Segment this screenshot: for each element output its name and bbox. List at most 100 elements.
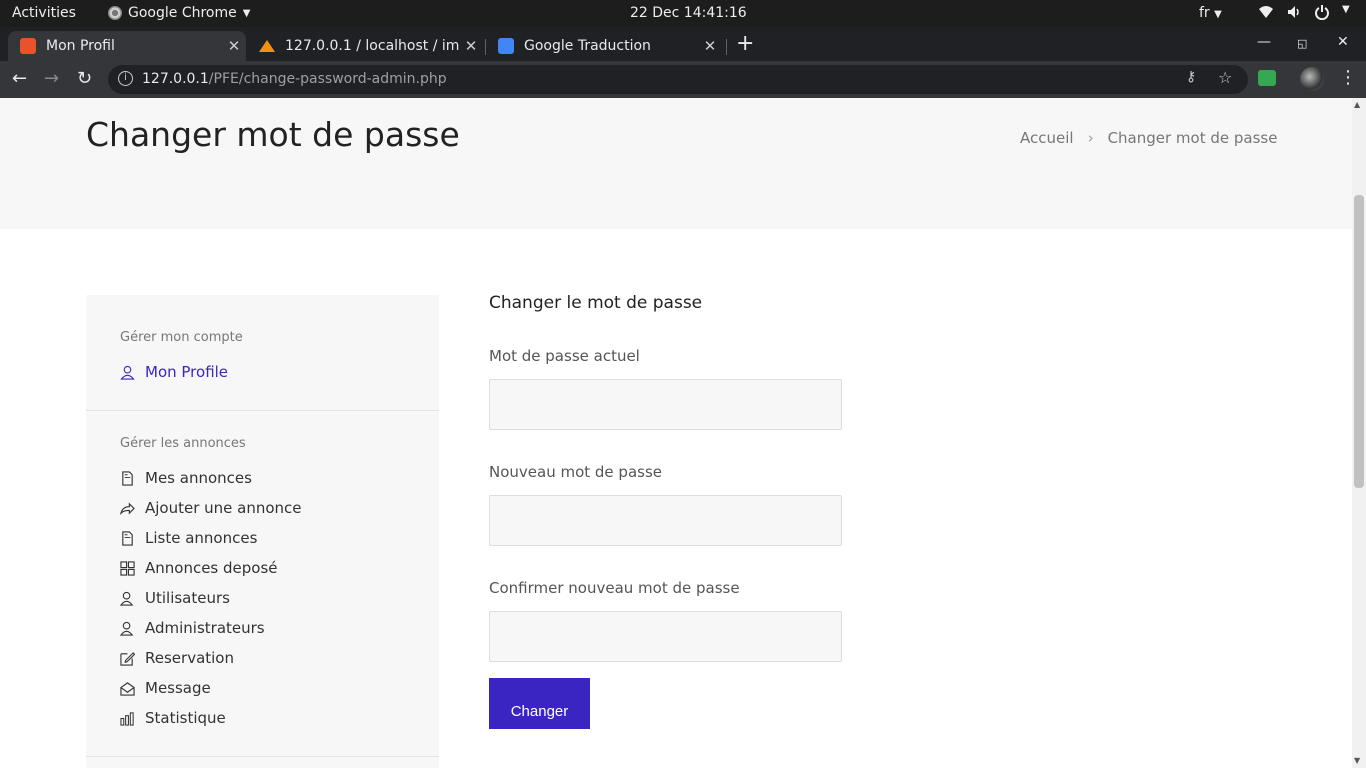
tab-phpmyadmin[interactable]: 127.0.0.1 / localhost / imm ✕	[247, 31, 483, 61]
sidebar-item-reservation[interactable]: Reservation	[120, 649, 234, 667]
url-text[interactable]: 127.0.0.1/PFE/change-password-admin.php	[142, 71, 447, 87]
sidebar-item-label: Administrateurs	[145, 619, 265, 637]
input-language[interactable]: fr ▼	[1199, 5, 1222, 21]
grid-icon	[120, 560, 135, 576]
current-password-field[interactable]	[489, 379, 842, 430]
sidebar-divider	[86, 410, 439, 411]
user-icon	[120, 365, 135, 380]
users-icon	[120, 591, 134, 606]
bookmark-star-icon[interactable]: ☆	[1218, 68, 1232, 87]
sidebar-item-label: Annonces deposé	[145, 559, 278, 577]
chrome-icon	[108, 6, 122, 20]
profile-avatar[interactable]	[1300, 67, 1324, 91]
chrome-menu-icon[interactable]: ⋮	[1339, 67, 1357, 88]
tab-mon-profil[interactable]: Mon Profil ✕	[8, 31, 246, 61]
reload-icon[interactable]: ↻	[77, 68, 92, 89]
page-header: Changer mot de passe Accueil › Changer m…	[0, 98, 1352, 229]
tab-title: Mon Profil	[46, 38, 115, 54]
sidebar-section-title: Gérer mon compte	[120, 330, 243, 345]
sidebar-item-label: Mes annonces	[145, 469, 252, 487]
url-path: /PFE/change-password-admin.php	[208, 71, 447, 87]
power-icon	[1315, 5, 1329, 20]
sidebar-section-title: Gérer les annonces	[120, 436, 246, 451]
volume-icon	[1288, 6, 1299, 18]
activities-button[interactable]: Activities	[12, 5, 76, 21]
scrollbar-thumb[interactable]	[1354, 195, 1364, 488]
sidebar-item-label: Ajouter une annonce	[145, 499, 302, 517]
sidebar-item-label: Utilisateurs	[145, 589, 230, 607]
tab-title: 127.0.0.1 / localhost / imm	[285, 38, 459, 54]
page-content: Changer mot de passe Accueil › Changer m…	[0, 98, 1352, 768]
page-title: Changer mot de passe	[86, 115, 460, 154]
clock[interactable]: 22 Dec 14:41:16	[630, 5, 747, 21]
breadcrumb-separator-icon: ›	[1087, 129, 1094, 147]
breadcrumb: Accueil › Changer mot de passe	[1020, 129, 1277, 147]
back-arrow-icon[interactable]: ←	[12, 68, 27, 89]
caret-down-icon: ▼	[242, 7, 251, 19]
forward-arrow-icon[interactable]: →	[44, 68, 59, 89]
sidebar-item-label: Liste annonces	[145, 529, 258, 547]
breadcrumb-current: Changer mot de passe	[1107, 129, 1278, 147]
scroll-down-arrow-icon[interactable]: ▼	[1354, 756, 1360, 765]
share-icon	[120, 501, 135, 515]
current-password-label: Mot de passe actuel	[489, 347, 640, 365]
sidebar-item-statistique[interactable]: Statistique	[120, 709, 226, 727]
xampp-favicon-icon	[20, 38, 36, 54]
toolbar: ← → ↻ i 127.0.0.1/PFE/change-password-ad…	[0, 61, 1366, 98]
tab-strip: Mon Profil ✕ 127.0.0.1 / localhost / imm…	[0, 27, 1366, 61]
sidebar-item-utilisateurs[interactable]: Utilisateurs	[120, 589, 230, 607]
confirm-password-label: Confirmer nouveau mot de passe	[489, 579, 740, 597]
sidebar-item-label: Reservation	[145, 649, 234, 667]
sidebar-item-mon-profile[interactable]: Mon Profile	[120, 363, 228, 381]
sidebar-item-label: Mon Profile	[145, 363, 229, 381]
sidebar-item-message[interactable]: Message	[120, 679, 211, 697]
sidebar-item-mes-annonces[interactable]: Mes annonces	[120, 469, 252, 487]
system-tray[interactable]: ▼	[1258, 4, 1350, 20]
confirm-password-field[interactable]	[489, 611, 842, 662]
tab-separator	[726, 39, 727, 55]
google-translate-favicon-icon	[498, 38, 514, 54]
phpmyadmin-favicon-icon	[259, 40, 275, 52]
bar-chart-icon	[120, 711, 134, 726]
users-icon	[120, 621, 134, 636]
scroll-up-arrow-icon[interactable]: ▲	[1354, 100, 1360, 109]
sidebar-item-annonces-depose[interactable]: Annonces deposé	[120, 559, 278, 577]
tab-google-traduction[interactable]: Google Traduction ✕	[486, 31, 722, 61]
close-tab-icon[interactable]: ✕	[222, 37, 246, 55]
system-top-bar: Activities Google Chrome ▼ 22 Dec 14:41:…	[0, 0, 1366, 27]
sidebar-divider	[86, 756, 439, 757]
caret-down-icon: ▼	[1342, 4, 1350, 15]
caret-down-icon: ▼	[1214, 9, 1222, 20]
app-menu[interactable]: Google Chrome ▼	[108, 5, 250, 21]
minimize-icon[interactable]: —	[1257, 34, 1271, 50]
file-icon	[122, 530, 133, 546]
sidebar-item-administrateurs[interactable]: Administrateurs	[120, 619, 265, 637]
breadcrumb-home-link[interactable]: Accueil	[1020, 129, 1074, 147]
extension-icon[interactable]	[1258, 70, 1276, 86]
edit-icon	[120, 651, 135, 666]
url-host: 127.0.0.1	[142, 71, 209, 87]
language-label: fr	[1199, 5, 1210, 21]
sidebar: Gérer mon compte Mon Profile Gérer les a…	[86, 295, 439, 768]
tab-title: Google Traduction	[524, 38, 651, 54]
close-tab-icon[interactable]: ✕	[459, 37, 483, 55]
new-password-label: Nouveau mot de passe	[489, 463, 663, 481]
wifi-icon	[1259, 6, 1273, 18]
address-bar[interactable]: i 127.0.0.1/PFE/change-password-admin.ph…	[108, 65, 1248, 94]
sidebar-item-liste-annonces[interactable]: Liste annonces	[120, 529, 257, 547]
new-tab-plus-icon[interactable]: +	[736, 31, 754, 56]
sidebar-item-label: Statistique	[145, 709, 226, 727]
new-password-field[interactable]	[489, 495, 842, 546]
window-close-icon[interactable]: ✕	[1337, 34, 1349, 50]
restore-icon[interactable]: ◱	[1297, 37, 1307, 50]
change-password-button[interactable]: Changer	[489, 678, 590, 729]
sidebar-item-ajouter-une-annonce[interactable]: Ajouter une annonce	[120, 499, 302, 517]
envelope-icon	[120, 681, 135, 696]
sidebar-item-label: Message	[145, 679, 211, 697]
close-tab-icon[interactable]: ✕	[698, 37, 722, 55]
file-icon	[122, 470, 133, 486]
key-icon[interactable]: ⚷	[1186, 69, 1196, 85]
app-name: Google Chrome	[128, 5, 237, 21]
form-heading: Changer le mot de passe	[489, 293, 703, 313]
info-icon[interactable]: i	[118, 71, 133, 86]
